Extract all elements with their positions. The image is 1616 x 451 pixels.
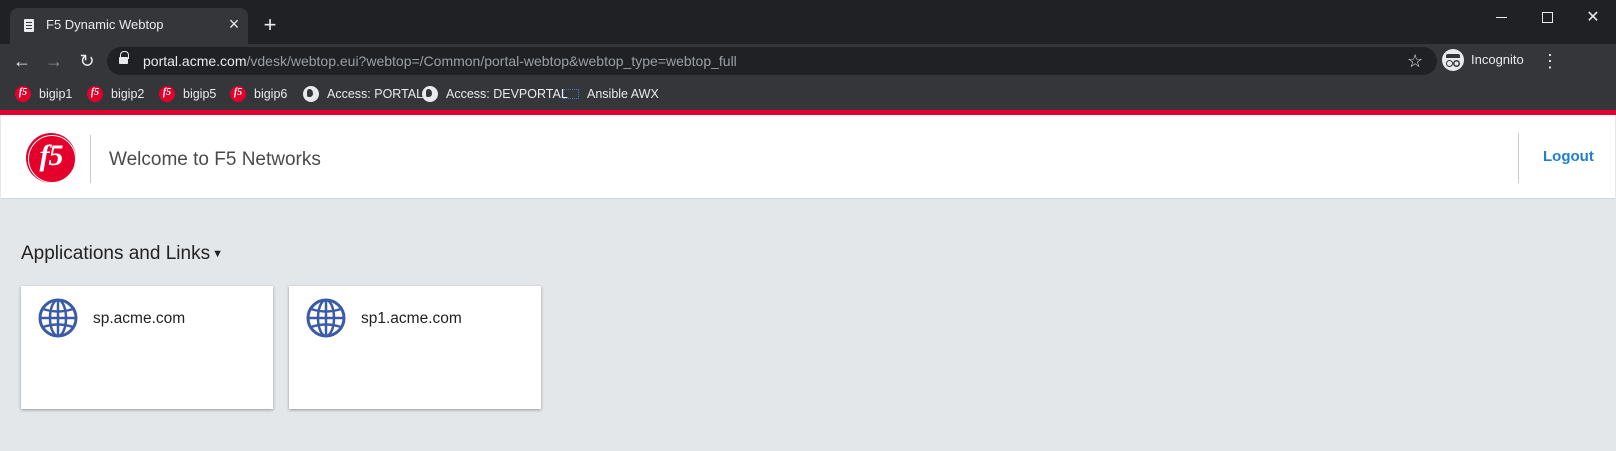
- bookmark-label: Access: PORTAL: [327, 87, 424, 101]
- caret-down-icon[interactable]: ▼: [212, 248, 223, 260]
- bookmark-label: bigip6: [254, 87, 288, 101]
- header-divider-right: [1518, 133, 1519, 183]
- globe-icon: [422, 86, 438, 102]
- incognito-icon: [1442, 49, 1464, 71]
- header-divider: [90, 135, 91, 183]
- minimize-icon: [1495, 17, 1507, 19]
- bookmark-label: Access: DEVPORTAL: [446, 87, 568, 101]
- url-path: /vdesk/webtop.eui?webtop=/Common/portal-…: [246, 53, 737, 69]
- document-icon: [24, 19, 34, 32]
- page-header: Welcome to F5 Networks Logout: [1, 115, 1615, 199]
- lock-icon[interactable]: [119, 51, 129, 66]
- back-button[interactable]: ←: [10, 49, 34, 73]
- bookmark-access-devportal[interactable]: Access: DEVPORTAL: [422, 82, 568, 106]
- app-card-label: sp1.acme.com: [361, 310, 462, 327]
- awx-icon: [563, 89, 579, 99]
- bookmark-label: bigip2: [111, 87, 145, 101]
- address-bar[interactable]: portal.acme.com/vdesk/webtop.eui?webtop=…: [107, 47, 1437, 75]
- url-host: portal.acme.com: [143, 53, 247, 69]
- globe-icon: [306, 298, 346, 338]
- section-title[interactable]: Applications and Links ▼: [21, 243, 223, 265]
- bookmarks-bar: bigip1 bigip2 bigip5 bigip6 Access: PORT…: [0, 78, 1616, 110]
- url-text[interactable]: portal.acme.com/vdesk/webtop.eui?webtop=…: [143, 53, 737, 69]
- browser-toolbar: ← → ↻ portal.acme.com/vdesk/webtop.eui?w…: [0, 44, 1616, 78]
- bookmark-bigip1[interactable]: bigip1: [15, 82, 72, 106]
- app-card-sp1[interactable]: sp1.acme.com: [289, 286, 541, 409]
- f5-icon: [230, 86, 246, 102]
- f5-icon: [87, 86, 103, 102]
- new-tab-button[interactable]: +: [258, 14, 282, 38]
- f5-icon: [159, 86, 175, 102]
- bookmark-label: bigip5: [183, 87, 217, 101]
- section-title-text: Applications and Links: [21, 243, 211, 264]
- f5-logo: [26, 133, 76, 183]
- browser-menu-icon[interactable]: ⋮: [1540, 49, 1560, 73]
- tab-close-icon[interactable]: ×: [226, 15, 242, 33]
- app-card-sp[interactable]: sp.acme.com: [21, 286, 273, 409]
- bookmark-label: bigip1: [39, 87, 73, 101]
- incognito-label: Incognito: [1471, 52, 1524, 67]
- globe-icon: [303, 86, 319, 102]
- browser-chrome: F5 Dynamic Webtop × + ✕ ← → ↻ portal.acm…: [0, 0, 1616, 114]
- maximize-icon: [1541, 12, 1553, 24]
- app-card-label: sp.acme.com: [93, 310, 186, 327]
- tab-title: F5 Dynamic Webtop: [46, 17, 164, 32]
- page-title: Welcome to F5 Networks: [109, 149, 321, 170]
- bookmark-access-portal[interactable]: Access: PORTAL: [303, 82, 423, 106]
- bookmark-bigip5[interactable]: bigip5: [159, 82, 216, 106]
- forward-button[interactable]: →: [42, 49, 66, 73]
- f5-icon: [15, 86, 31, 102]
- bookmark-label: Ansible AWX: [587, 87, 659, 101]
- reload-button[interactable]: ↻: [75, 49, 99, 73]
- globe-icon: [38, 298, 78, 338]
- bookmark-ansible-awx[interactable]: Ansible AWX: [563, 82, 659, 106]
- bookmark-star-icon[interactable]: ☆: [1407, 50, 1423, 72]
- bookmark-bigip6[interactable]: bigip6: [230, 82, 287, 106]
- tab-strip: F5 Dynamic Webtop × + ✕: [0, 0, 1616, 44]
- bookmark-bigip2[interactable]: bigip2: [87, 82, 144, 106]
- window-maximize-button[interactable]: [1524, 6, 1570, 30]
- logout-link[interactable]: Logout: [1543, 148, 1594, 165]
- browser-tab[interactable]: F5 Dynamic Webtop ×: [10, 8, 248, 44]
- window-minimize-button[interactable]: [1478, 6, 1524, 30]
- window-close-button[interactable]: ✕: [1570, 6, 1616, 30]
